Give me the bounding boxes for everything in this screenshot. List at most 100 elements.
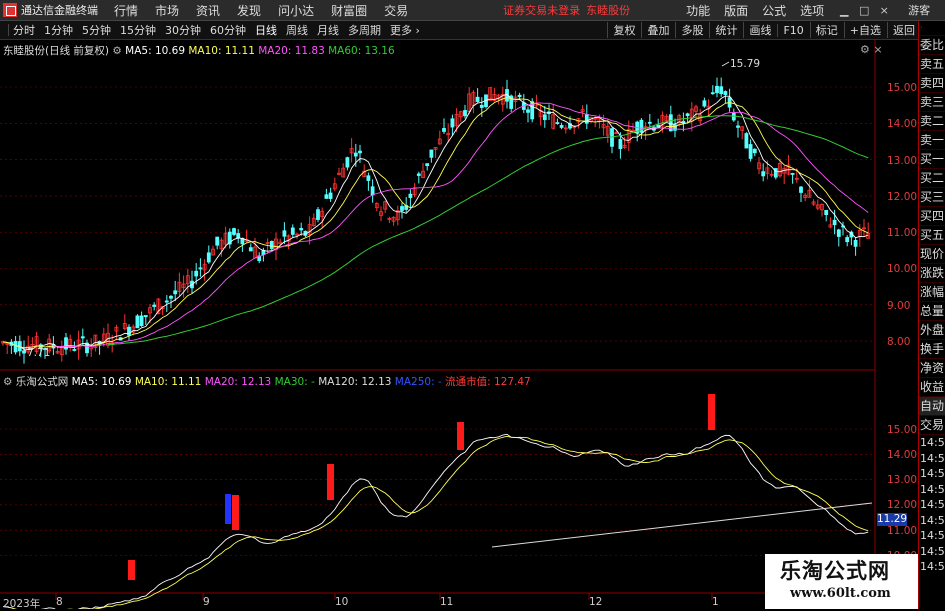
candle-body	[370, 186, 375, 196]
x-axis-label: 10	[335, 596, 349, 608]
ma5-legend: MA5: 10.69	[125, 45, 185, 57]
candle-body	[425, 163, 430, 167]
candle-body	[328, 192, 333, 199]
menu-bar: 通达信金融终端 行情 市场 资讯 发现 问小达 财富圈 交易 证券交易未登录 东…	[0, 0, 945, 21]
panel-item[interactable]: 卖三	[919, 93, 945, 112]
signal-bar	[128, 560, 135, 580]
candle-body	[194, 270, 199, 277]
tab-multi-period[interactable]: 多周期	[348, 22, 381, 38]
tab-weekly[interactable]: 周线	[286, 22, 308, 38]
panel-item[interactable]: 净资	[919, 359, 945, 378]
panel-item[interactable]: 买一	[919, 150, 945, 169]
tab-daily[interactable]: 日线	[255, 22, 277, 38]
tab-more-label: 更多	[390, 24, 412, 37]
panel-item[interactable]: 买四	[919, 207, 945, 226]
menu-market[interactable]: 市场	[155, 2, 179, 19]
panel-item[interactable]: 现价	[919, 245, 945, 264]
draw-line-button[interactable]: 画线	[743, 22, 771, 38]
panel-item[interactable]: 收益	[919, 378, 945, 397]
panel-item[interactable]: 卖四	[919, 74, 945, 93]
menu-wealth[interactable]: 财富圈	[331, 2, 367, 19]
multi-stock-button[interactable]: 多股	[675, 22, 703, 38]
tick-time: 14:52	[920, 544, 945, 558]
panel-item[interactable]: 换手	[919, 340, 945, 359]
panel-item[interactable]: 买二	[919, 169, 945, 188]
panel-item[interactable]: 卖五	[919, 55, 945, 74]
candle-body	[584, 114, 589, 124]
kline-chart[interactable]	[0, 40, 918, 609]
tab-30min[interactable]: 30分钟	[165, 22, 201, 38]
toolbar-divider	[8, 24, 9, 36]
close-icon[interactable]: ×	[873, 43, 882, 56]
tick-time: 14:52	[920, 482, 945, 496]
candle-body	[316, 209, 320, 220]
candle-body	[559, 125, 564, 128]
sub-gear-icon[interactable]: ⚙	[3, 376, 12, 388]
back-button[interactable]: 返回	[887, 22, 915, 38]
menu-discover[interactable]: 发现	[237, 2, 261, 19]
menu-quotes[interactable]: 行情	[114, 2, 138, 19]
gear-icon[interactable]: ⚙	[860, 43, 870, 56]
candle-body	[400, 206, 404, 211]
menu-news[interactable]: 资讯	[196, 2, 220, 19]
panel-item[interactable]: 外盘	[919, 321, 945, 340]
panel-item[interactable]: 委比	[919, 36, 945, 55]
add-watchlist-button[interactable]: +自选	[843, 22, 881, 38]
f10-button[interactable]: F10	[777, 23, 804, 37]
candle-body	[702, 100, 707, 107]
guest-label[interactable]: 游客	[908, 2, 930, 18]
tab-monthly[interactable]: 月线	[317, 22, 339, 38]
close-button[interactable]: ×	[878, 4, 890, 17]
candle-body	[744, 133, 749, 149]
candle-body	[736, 125, 740, 128]
menu-function[interactable]: 功能	[686, 2, 710, 19]
panel-item[interactable]: 卖一	[919, 131, 945, 150]
current-price-badge: 11.29	[877, 513, 908, 526]
trade-section-title[interactable]: 交易	[919, 416, 945, 435]
maximize-button[interactable]: □	[858, 4, 870, 17]
sub-ma10-legend: MA10: 11.11	[134, 376, 202, 388]
sub-ma250-legend: MA250: -	[394, 376, 442, 388]
panel-item[interactable]: 买五	[919, 226, 945, 245]
panel-item[interactable]: 总量	[919, 302, 945, 321]
candle-body	[236, 233, 241, 239]
sub-indicator-name: 乐淘公式网	[15, 376, 69, 388]
tick-time: 14:52	[920, 498, 945, 511]
minimize-button[interactable]: ▁	[838, 4, 850, 17]
current-stock-name: 东睦股份	[586, 4, 631, 17]
panel-item[interactable]: 买三	[919, 188, 945, 207]
statistics-button[interactable]: 统计	[709, 22, 737, 38]
login-status[interactable]: 证券交易未登录	[503, 2, 580, 18]
restore-rights-button[interactable]: 复权	[607, 22, 635, 38]
tab-15min[interactable]: 15分钟	[120, 22, 156, 38]
tab-60min[interactable]: 60分钟	[210, 22, 246, 38]
menu-ask[interactable]: 问小达	[278, 2, 314, 19]
high-price-annotation: 15.79	[730, 58, 761, 70]
low-price-annotation: 7.71	[27, 347, 51, 359]
panel-item[interactable]: 涨幅	[919, 283, 945, 302]
panel-item[interactable]: 涨跌	[919, 264, 945, 283]
x-axis-label: 8	[56, 596, 63, 608]
panel-item[interactable]: 卖二	[919, 112, 945, 131]
candle-body	[752, 148, 757, 154]
candle-body	[290, 227, 295, 235]
sub-axis-label: 15.00	[887, 424, 918, 436]
ma10-legend: MA10: 11.11	[188, 45, 255, 57]
menu-options[interactable]: 选项	[800, 2, 824, 19]
menu-trade[interactable]: 交易	[384, 2, 408, 19]
candle-body	[723, 91, 728, 95]
main-axis-label: 8.00	[887, 336, 911, 348]
overlay-button[interactable]: 叠加	[641, 22, 669, 38]
auto-section-title[interactable]: 自动	[919, 397, 945, 416]
tab-intraday[interactable]: 分时	[13, 22, 35, 38]
tab-1min[interactable]: 1分钟	[44, 22, 73, 38]
settings-gear-icon[interactable]: ⚙	[112, 45, 121, 57]
mark-button[interactable]: 标记	[809, 22, 838, 38]
candle-body	[345, 157, 350, 168]
main-legend: 东睦股份(日线 前复权) ⚙ MA5: 10.69 MA10: 11.11 MA…	[3, 43, 395, 58]
tab-more[interactable]: 更多 ›	[390, 22, 420, 38]
menu-layout[interactable]: 版面	[724, 2, 748, 19]
menu-formula[interactable]: 公式	[762, 2, 786, 19]
tab-5min[interactable]: 5分钟	[82, 22, 111, 38]
chevron-right-icon: ›	[415, 24, 420, 37]
